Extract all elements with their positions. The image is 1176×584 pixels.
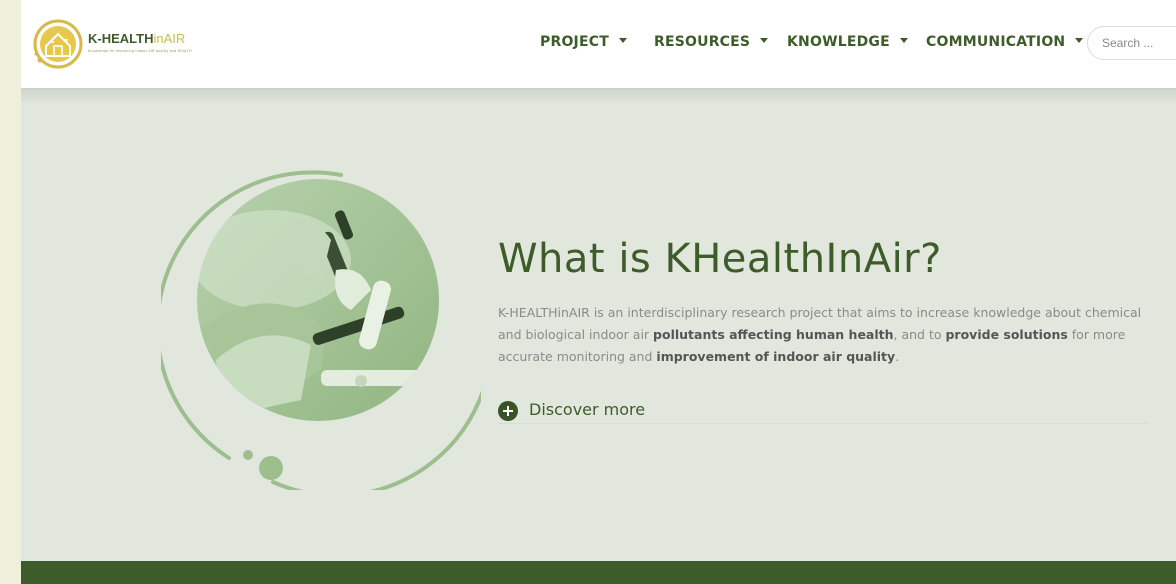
nav-item-communication[interactable]: COMMUNICATION [926,34,1084,50]
nav-item-resources[interactable]: RESOURCES [654,34,769,50]
caret-down-icon [760,37,769,43]
lab-microscope-visual [161,170,481,490]
nav-item-project[interactable]: PROJECT [540,34,627,50]
header-shadow [21,88,1176,102]
hero-description: K-HEALTHinAIR is an interdisciplinary re… [498,305,1142,364]
page-title: What is KHealthInAir? [498,236,942,282]
site-logo[interactable]: K-HEALTHinAIR Knowledge for improving in… [30,16,200,72]
plus-circle-icon [498,401,518,421]
search-input[interactable] [1087,26,1176,60]
discover-more-label: Discover more [529,400,646,419]
house-circle-logo-icon [33,19,83,69]
caret-down-icon [899,37,908,43]
footer-band [21,561,1176,584]
site-header: K-HEALTHinAIR Knowledge for improving in… [21,0,1176,88]
nav-item-knowledge[interactable]: KNOWLEDGE [787,34,908,50]
caret-down-icon [1075,37,1084,43]
discover-more-link[interactable]: Discover more [498,399,1148,424]
logo-tagline: Knowledge for improving indoor AIR quali… [88,49,192,53]
caret-down-icon [618,37,627,43]
logo-wordmark: K-HEALTHinAIR [88,31,186,46]
page: K-HEALTHinAIR Knowledge for improving in… [21,0,1176,584]
